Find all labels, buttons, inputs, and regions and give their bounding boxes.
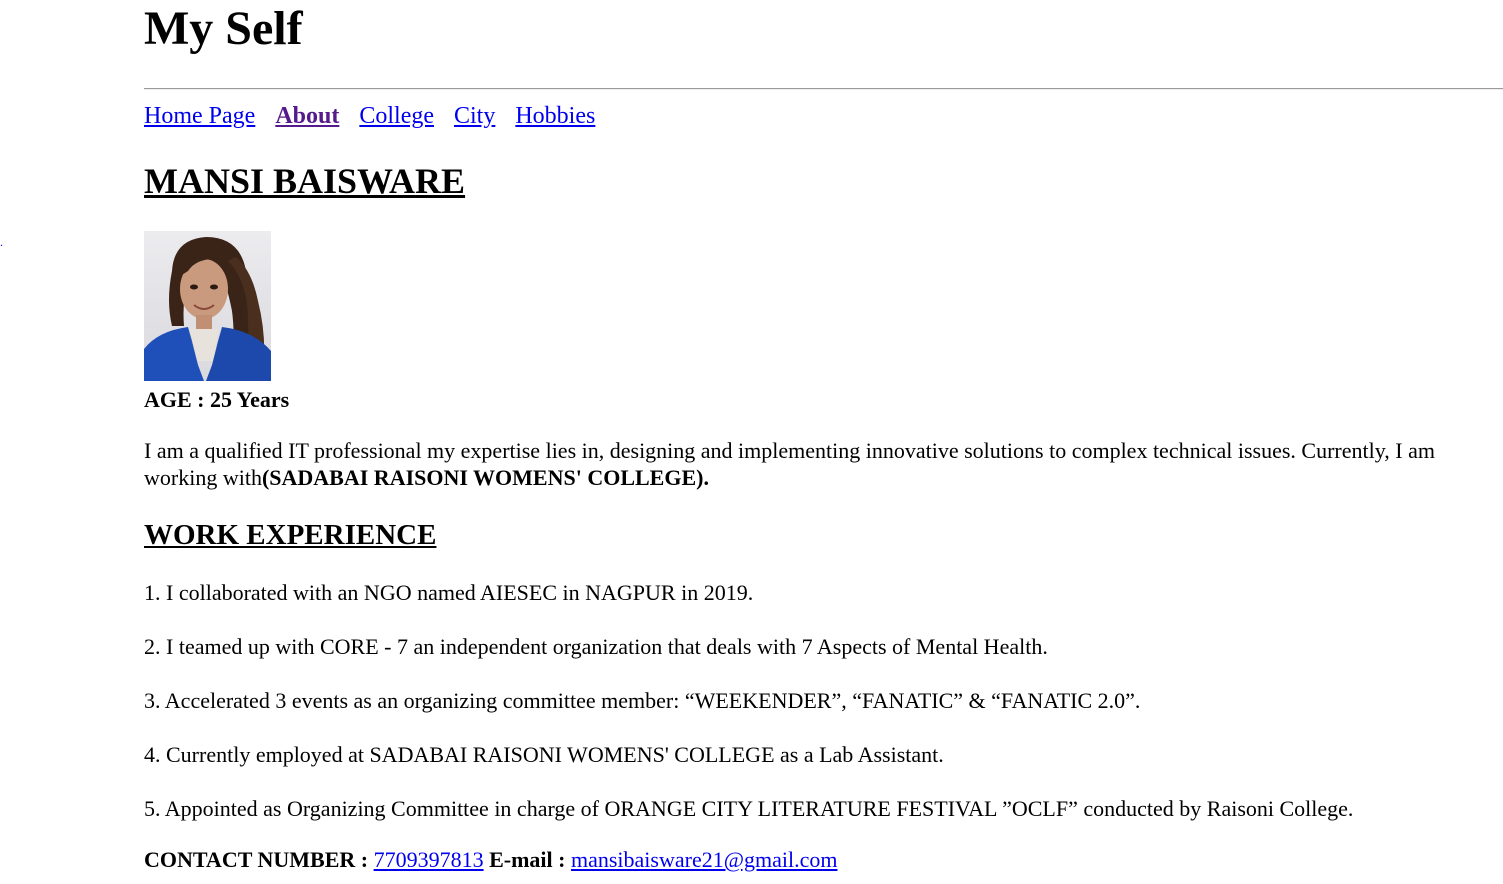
stray-link-dot[interactable]: . — [0, 236, 3, 248]
work-item-2: 2. I teamed up with CORE - 7 an independ… — [144, 634, 1048, 659]
nav-link-hobbies[interactable]: Hobbies — [515, 103, 595, 129]
page-title: My Self — [144, 2, 303, 55]
header-divider — [144, 88, 1503, 90]
page: . My Self Home Page About College City H… — [0, 0, 1503, 884]
work-item-1: 1. I collaborated with an NGO named AIES… — [144, 580, 754, 605]
intro-org: (SADABAI RAISONI WOMENS' COLLEGE). — [261, 465, 709, 490]
work-item-5: 5. Appointed as Organizing Committee in … — [144, 796, 1354, 821]
intro-paragraph: I am a qualified IT professional my expe… — [144, 437, 1444, 491]
work-experience-heading: WORK EXPERIENCE — [144, 519, 437, 551]
nav-link-about[interactable]: About — [275, 103, 339, 129]
portrait-illustration — [144, 231, 271, 381]
nav-link-city[interactable]: City — [454, 103, 495, 129]
profile-name: MANSI BAISWARE — [144, 161, 466, 201]
contact-number-label: CONTACT NUMBER : — [144, 847, 369, 872]
contact-line: CONTACT NUMBER : 7709397813 E-mail : man… — [144, 846, 837, 874]
nav-link-home[interactable]: Home Page — [144, 103, 255, 129]
phone-link[interactable]: 7709397813 — [374, 847, 484, 872]
email-link[interactable]: mansibaisware21@gmail.com — [571, 847, 837, 872]
email-label: E-mail : — [489, 847, 566, 872]
work-item-4: 4. Currently employed at SADABAI RAISONI… — [144, 742, 944, 767]
age-label: AGE : 25 Years — [144, 387, 290, 412]
nav-link-college[interactable]: College — [359, 103, 434, 129]
work-item-3: 3. Accelerated 3 events as an organizing… — [144, 688, 1141, 713]
main-nav: Home Page About College City Hobbies — [144, 101, 609, 131]
profile-photo — [144, 231, 271, 381]
